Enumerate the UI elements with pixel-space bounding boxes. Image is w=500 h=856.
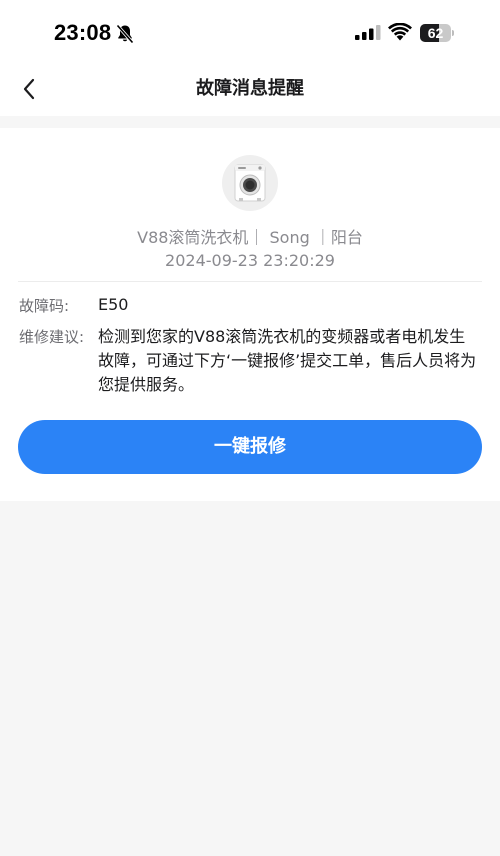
washing-machine-icon <box>234 164 266 202</box>
fault-card: V88滚筒洗衣机｜ Song ｜阳台 2024-09-23 23:20:29 故… <box>0 128 500 501</box>
device-info-line: V88滚筒洗衣机｜ Song ｜阳台 <box>137 228 363 247</box>
wifi-icon <box>388 23 412 41</box>
battery-level: 62 <box>427 25 444 41</box>
status-bar: 23:08 62 <box>0 0 500 62</box>
page-title: 故障消息提醒 <box>196 78 304 99</box>
divider <box>18 281 482 282</box>
bell-off-icon <box>116 24 134 44</box>
fault-code-value: E50 <box>98 295 129 314</box>
suggestion-text: 检测到您家的V88滚筒洗衣机的变频器或者电机发生故障，可通过下方‘一键报修’提交… <box>98 327 477 394</box>
battery-nub <box>452 30 454 36</box>
device-image <box>222 155 278 211</box>
status-time: 23:08 <box>54 20 112 45</box>
signal-icon <box>355 25 381 40</box>
back-button[interactable] <box>14 72 48 106</box>
suggestion-label: 维修建议: <box>19 328 85 346</box>
device-timestamp: 2024-09-23 23:20:29 <box>165 251 335 270</box>
chevron-left-icon <box>23 78 35 100</box>
battery-icon: 62 <box>420 24 454 42</box>
repair-button[interactable]: 一键报修 <box>18 420 482 474</box>
battery-body: 62 <box>420 24 451 42</box>
nav-bar: 故障消息提醒 <box>0 62 500 116</box>
fault-code-label: 故障码: <box>19 297 70 315</box>
